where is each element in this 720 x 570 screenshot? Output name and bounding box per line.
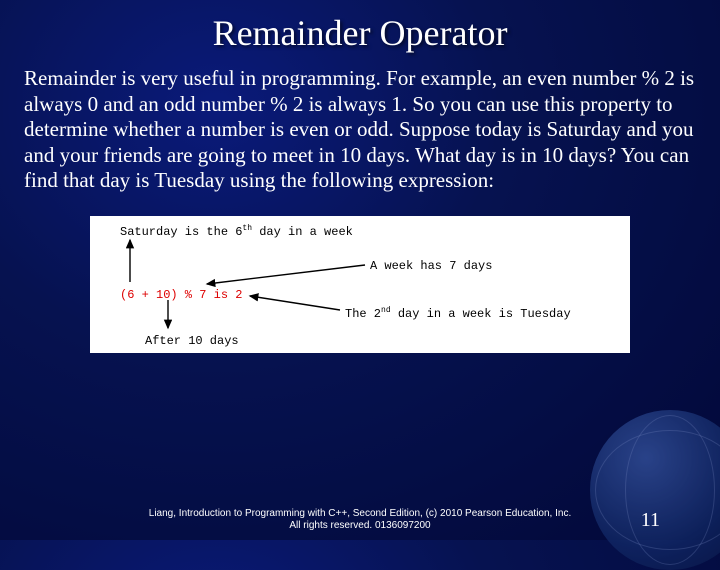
body-paragraph: Remainder is very useful in programming.… xyxy=(0,54,720,194)
footer-line1: Liang, Introduction to Programming with … xyxy=(0,508,720,520)
globe-decoration xyxy=(590,410,720,570)
footer-line2: All rights reserved. 0136097200 xyxy=(0,520,720,532)
slide-title: Remainder Operator xyxy=(0,0,720,54)
footer-credit: Liang, Introduction to Programming with … xyxy=(0,508,720,532)
remainder-diagram: Saturday is the 6th day in a week A week… xyxy=(90,216,630,353)
page-number: 11 xyxy=(641,509,660,532)
diagram-arrows xyxy=(90,216,630,353)
